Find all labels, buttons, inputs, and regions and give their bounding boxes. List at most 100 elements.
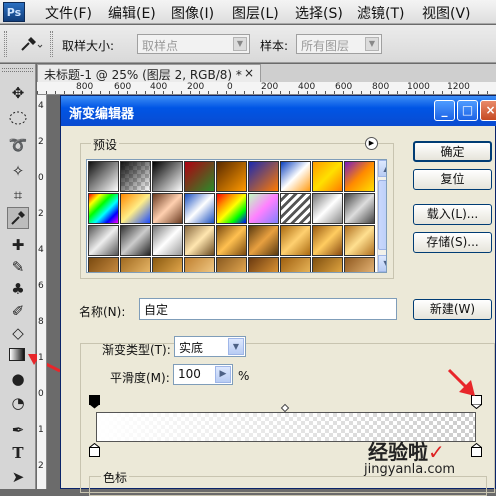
ruler-label: 2 (38, 461, 44, 471)
path-selection-tool-icon[interactable]: ➤ (7, 466, 29, 488)
name-field[interactable]: 自定 (139, 298, 397, 320)
history-brush-tool-icon[interactable]: ✐ (7, 300, 29, 322)
reset-button[interactable]: 复位 (413, 169, 492, 190)
menu-view[interactable]: 视图(V) (422, 3, 471, 23)
color-stop-left-icon[interactable] (88, 442, 101, 457)
preset-bronze-7[interactable] (280, 257, 311, 272)
preset-copper[interactable] (152, 193, 183, 224)
load-button[interactable]: 载入(L)... (413, 204, 492, 225)
palette-grip[interactable] (2, 68, 33, 72)
preset-foreground-to-transparent[interactable] (120, 161, 151, 192)
preset-silver[interactable] (312, 193, 343, 224)
opacity-stop-left-icon[interactable] (89, 395, 100, 409)
presets-scrollbar[interactable]: ▲ ▼ (377, 160, 386, 272)
document-tab[interactable]: 未标题-1 @ 25% (图层 2, RGB/8) * × (37, 64, 261, 82)
horizontal-ruler: 800 600 400 200 0 200 400 600 800 1000 1… (37, 82, 496, 95)
preset-bronze-5[interactable] (216, 257, 247, 272)
eyedropper-icon[interactable] (16, 33, 44, 55)
preset-foreground-to-background[interactable] (88, 161, 119, 192)
preset-red-green[interactable] (184, 161, 215, 192)
chevron-down-icon: ▼ (228, 338, 244, 355)
options-grip[interactable] (4, 31, 7, 57)
menu-edit[interactable]: 编辑(E) (108, 3, 156, 23)
marquee-tool-icon[interactable] (7, 108, 29, 130)
preset-chrome[interactable] (184, 193, 215, 224)
preset-gold-3[interactable] (280, 225, 311, 256)
crop-tool-icon[interactable]: ⌗ (7, 184, 29, 206)
eyedropper-tool-icon[interactable] (7, 207, 29, 229)
preset-metal-2[interactable] (120, 225, 151, 256)
preset-blue-yellow-blue[interactable] (280, 161, 311, 192)
new-button[interactable]: 新建(W) (413, 299, 492, 320)
color-stops-group (89, 476, 487, 496)
dialog-titlebar[interactable]: 渐变编辑器 _ □ × (61, 96, 496, 126)
menu-image[interactable]: 图像(I) (171, 3, 214, 23)
scroll-up-icon[interactable]: ▲ (378, 160, 386, 177)
chevron-right-icon[interactable]: ▶ (215, 366, 231, 383)
type-tool-icon[interactable]: T (7, 442, 29, 464)
lasso-tool-icon[interactable]: ➰ (7, 134, 29, 156)
preset-rainbow-stripe[interactable] (216, 193, 247, 224)
preset-bronze-2[interactable] (120, 257, 151, 272)
close-tab-icon[interactable]: × (244, 66, 254, 80)
sample-value: 所有图层 (301, 39, 350, 53)
ok-button[interactable]: 确定 (413, 141, 492, 162)
preset-brass-1[interactable] (184, 225, 215, 256)
preset-blue-red-yellow[interactable] (248, 161, 279, 192)
preset-transparent-stripes[interactable] (280, 193, 311, 224)
close-icon[interactable]: × (480, 100, 496, 121)
smoothness-value: 100 (178, 367, 201, 381)
preset-bronze-8[interactable] (312, 257, 343, 272)
preset-bronze-9[interactable] (344, 257, 375, 272)
brush-tool-icon[interactable]: ✎ (7, 256, 29, 278)
magic-wand-tool-icon[interactable]: ✧ (7, 160, 29, 182)
menu-select[interactable]: 选择(S) (295, 3, 343, 23)
presets-menu-icon[interactable]: ▶ (365, 137, 378, 150)
ruler-label: 1 (38, 425, 44, 435)
menu-file[interactable]: 文件(F) (45, 3, 92, 23)
gradient-type-select[interactable]: 实底 ▼ (174, 336, 246, 357)
preset-steel[interactable] (344, 193, 375, 224)
pen-tool-icon[interactable]: ✒ (7, 419, 29, 441)
preset-bronze-1[interactable] (88, 257, 119, 272)
sample-select[interactable]: 所有图层 ▼ (296, 34, 382, 54)
preset-bronze-3[interactable] (152, 257, 183, 272)
preset-black-white[interactable] (152, 161, 183, 192)
eraser-tool-icon[interactable]: ◇ (7, 322, 29, 344)
preset-bronze-6[interactable] (248, 257, 279, 272)
menu-layer[interactable]: 图层(L) (232, 3, 279, 23)
preset-gold-1[interactable] (216, 225, 247, 256)
healing-brush-tool-icon[interactable]: ✚ (7, 234, 29, 256)
chevron-down-icon: ▼ (365, 37, 379, 51)
maximize-icon[interactable]: □ (457, 100, 478, 121)
smoothness-field[interactable]: 100 ▶ (173, 364, 233, 385)
preset-yellow-violet[interactable] (120, 193, 151, 224)
dodge-tool-icon[interactable]: ◔ (7, 392, 29, 414)
scroll-thumb[interactable] (378, 180, 386, 250)
smoothness-label: 平滑度(M): (110, 371, 170, 385)
preset-spectrum[interactable] (88, 193, 119, 224)
move-tool-icon[interactable]: ✥ (7, 82, 29, 104)
watermark-text: 经验啦 (368, 440, 428, 464)
preset-transparent-rainbow[interactable] (248, 193, 279, 224)
preset-gold-2[interactable] (248, 225, 279, 256)
preset-orange-yellow-orange[interactable] (312, 161, 343, 192)
sample-size-select[interactable]: 取样点 ▼ (137, 34, 250, 54)
preset-bronze-4[interactable] (184, 257, 215, 272)
preset-metal-3[interactable] (152, 225, 183, 256)
preset-metal-1[interactable] (88, 225, 119, 256)
clone-stamp-tool-icon[interactable]: ♣ (7, 278, 29, 300)
color-stop-right-icon[interactable] (470, 442, 483, 457)
preset-violet-orange[interactable] (216, 161, 247, 192)
watermark-url: jingyanla.com (364, 462, 456, 477)
ruler-label: 1 (38, 353, 44, 363)
save-button[interactable]: 存储(S)... (413, 232, 492, 253)
preset-gold-4[interactable] (312, 225, 343, 256)
preset-gold-5[interactable] (344, 225, 375, 256)
photoshop-logo: Ps (3, 2, 25, 22)
scroll-down-icon[interactable]: ▼ (378, 255, 386, 272)
menu-filter[interactable]: 滤镜(T) (357, 3, 404, 23)
preset-violet-green-orange[interactable] (344, 161, 375, 192)
ruler-label: 0 (38, 173, 44, 183)
minimize-icon[interactable]: _ (434, 100, 455, 121)
